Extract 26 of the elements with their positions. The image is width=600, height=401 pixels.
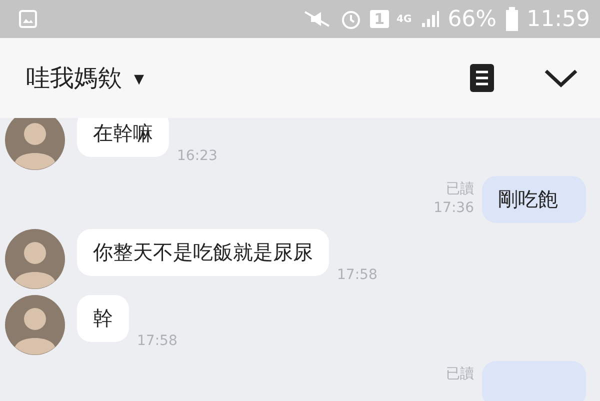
message-time: 16:23 xyxy=(177,148,218,164)
message-time: 17:36 xyxy=(434,200,474,216)
battery-percent: 66% xyxy=(448,6,497,32)
avatar[interactable] xyxy=(5,295,65,355)
clock: 11:59 xyxy=(526,6,590,32)
chat-title[interactable]: 哇我媽欸 xyxy=(26,62,122,94)
menu-icon[interactable] xyxy=(470,64,494,92)
read-receipt: 已讀 xyxy=(446,365,474,383)
dropdown-arrow[interactable]: ▾ xyxy=(134,66,144,90)
alarm-icon xyxy=(340,8,362,30)
avatar[interactable] xyxy=(5,229,65,289)
read-receipt: 已讀 xyxy=(446,180,474,198)
avatar[interactable] xyxy=(5,118,65,170)
message-time: 17:58 xyxy=(137,333,178,349)
sim-icon: 1 xyxy=(370,10,389,28)
message-bubble: 剛吃飽 xyxy=(482,176,586,223)
message-time: 17:58 xyxy=(337,267,378,283)
message-bubble: 幹 xyxy=(77,295,129,342)
network-type: 4G xyxy=(396,14,412,24)
image-icon xyxy=(18,9,38,29)
mute-icon xyxy=(302,9,332,29)
chevron-down-icon[interactable] xyxy=(544,68,578,88)
message-bubble: 在幹嘛 xyxy=(77,118,169,157)
message-bubble: 你整天不是吃飯就是尿尿 xyxy=(77,229,329,276)
battery-icon xyxy=(504,7,519,31)
signal-icon xyxy=(420,9,440,29)
